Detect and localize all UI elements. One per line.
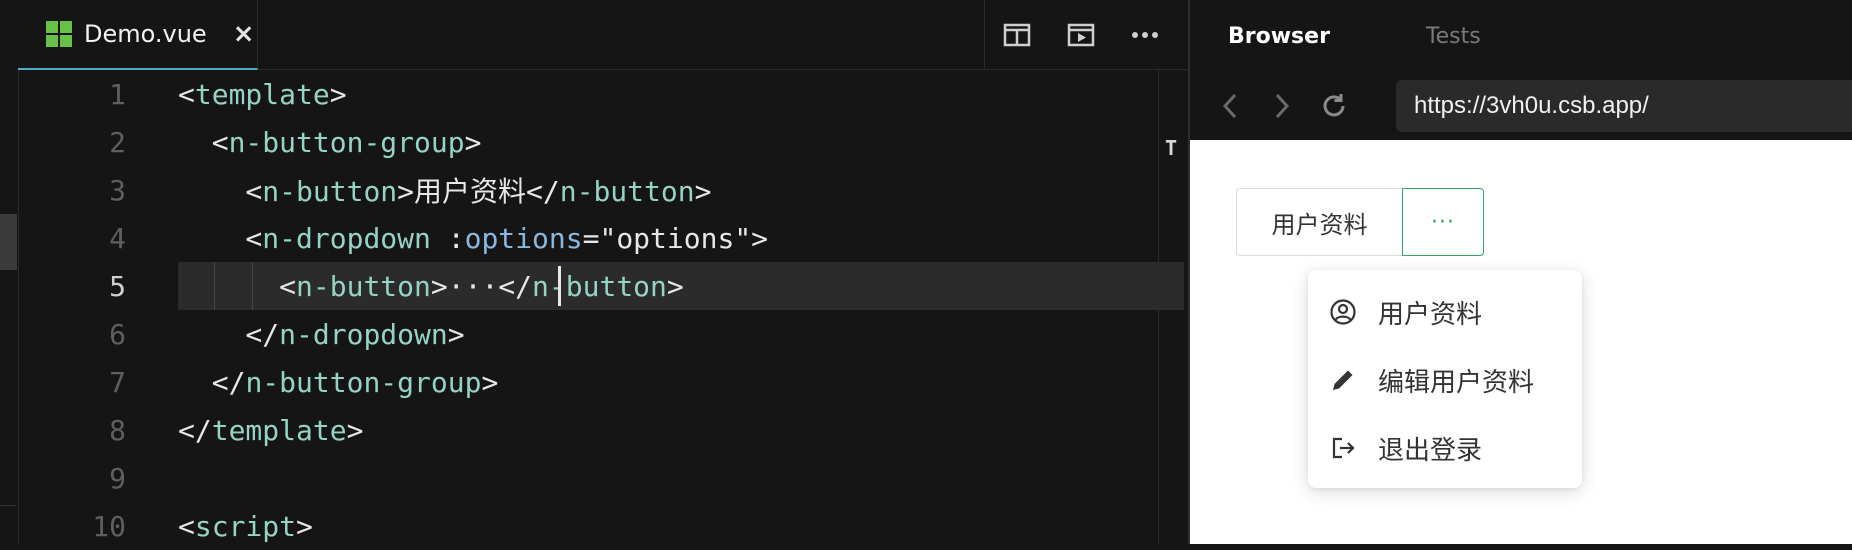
code-line[interactable]: 5 <n-button>···</n-button> bbox=[18, 262, 1184, 310]
preview-pane: Browser Tests 用户资料 ··· 用户资料 bbox=[1190, 0, 1852, 544]
menu-item-label: 编辑用户资料 bbox=[1378, 367, 1535, 398]
browser-navbar bbox=[1190, 72, 1852, 140]
preview-tabs: Browser Tests bbox=[1190, 0, 1852, 72]
line-number: 4 bbox=[109, 221, 126, 255]
line-number: 8 bbox=[109, 413, 126, 447]
menu-item-edit-profile[interactable]: 编辑用户资料 bbox=[1308, 348, 1582, 412]
menu-item-label: 用户资料 bbox=[1378, 299, 1483, 330]
code-text: <script> bbox=[178, 509, 313, 543]
logout-icon bbox=[1328, 433, 1358, 463]
button-group: 用户资料 ··· bbox=[1236, 188, 1484, 256]
code-text: <template> bbox=[178, 77, 347, 111]
code-line[interactable]: 8 </template> bbox=[18, 406, 1184, 454]
line-number: 9 bbox=[109, 461, 126, 495]
overview-ruler-icon: T bbox=[1164, 136, 1178, 160]
code-text: </n-button-group> bbox=[178, 365, 499, 399]
code-text: <n-button>用户资料</n-button> bbox=[178, 175, 712, 208]
text-cursor bbox=[558, 266, 561, 306]
code-text: </n-dropdown> bbox=[178, 317, 465, 351]
split-editor-icon[interactable] bbox=[985, 0, 1049, 70]
menu-item-logout[interactable]: 退出登录 bbox=[1308, 416, 1582, 480]
menu-item-user-profile[interactable]: 用户资料 bbox=[1308, 280, 1582, 344]
line-number: 10 bbox=[92, 509, 126, 543]
code-line[interactable]: 4 <n-dropdown :options="options"> bbox=[18, 214, 1184, 262]
editor-actions bbox=[984, 0, 1206, 70]
code-line[interactable]: 1 <template> bbox=[18, 70, 1184, 118]
line-number: 5 bbox=[109, 269, 126, 303]
menu-item-label: 退出登录 bbox=[1378, 435, 1483, 466]
forward-icon[interactable] bbox=[1256, 80, 1308, 132]
code-text: <n-button>···</n-button> bbox=[178, 269, 684, 303]
dropdown-trigger-button[interactable]: ··· bbox=[1402, 188, 1484, 256]
code-line[interactable]: 2 <n-button-group> bbox=[18, 118, 1184, 166]
back-icon[interactable] bbox=[1204, 80, 1256, 132]
tab-demo-vue[interactable]: Demo.vue × bbox=[18, 0, 258, 70]
browser-viewport: 用户资料 ··· 用户资料 编辑用户资料 退出登录 bbox=[1190, 140, 1852, 544]
pencil-icon bbox=[1328, 365, 1358, 395]
code-text: </template> bbox=[178, 413, 364, 447]
code-line[interactable]: 10 <script> bbox=[18, 502, 1184, 550]
code-line[interactable]: 3 <n-button>用户资料</n-button> bbox=[18, 166, 1184, 214]
code-text: <n-button-group> bbox=[178, 125, 482, 159]
line-number: 7 bbox=[109, 365, 126, 399]
code-text: <n-dropdown :options="options"> bbox=[178, 221, 769, 255]
open-preview-icon[interactable] bbox=[1049, 0, 1113, 70]
code-line[interactable]: 9 bbox=[18, 454, 1184, 502]
code-line[interactable]: 7 </n-button-group> bbox=[18, 358, 1184, 406]
url-bar[interactable] bbox=[1396, 80, 1852, 132]
activity-rail bbox=[0, 0, 19, 544]
url-input[interactable] bbox=[1412, 91, 1846, 121]
tab-tests[interactable]: Tests bbox=[1426, 24, 1481, 49]
windows-icon bbox=[46, 21, 72, 47]
line-number: 2 bbox=[109, 125, 126, 159]
code-line[interactable]: 6 </n-dropdown> bbox=[18, 310, 1184, 358]
user-profile-button[interactable]: 用户资料 bbox=[1236, 188, 1402, 256]
rail-indicator bbox=[0, 214, 17, 270]
user-circle-icon bbox=[1328, 297, 1358, 327]
editor-tabbar: Demo.vue × bbox=[18, 0, 1188, 70]
tab-browser[interactable]: Browser bbox=[1228, 24, 1330, 49]
line-number: 3 bbox=[109, 173, 126, 207]
more-actions-icon[interactable] bbox=[1113, 0, 1177, 70]
close-icon[interactable]: × bbox=[233, 19, 255, 49]
line-number: 1 bbox=[109, 77, 126, 111]
tab-label: Demo.vue bbox=[84, 20, 207, 48]
code-area[interactable]: 1 <template> 2 <n-button-group> 3 <n-button… bbox=[18, 70, 1188, 544]
code-editor: Demo.vue × 1 <template> 2 <n-button-group>… bbox=[0, 0, 1188, 544]
dropdown-menu: 用户资料 编辑用户资料 退出登录 bbox=[1308, 270, 1582, 488]
rail-divider bbox=[0, 505, 17, 506]
refresh-icon[interactable] bbox=[1308, 80, 1360, 132]
line-number: 6 bbox=[109, 317, 126, 351]
